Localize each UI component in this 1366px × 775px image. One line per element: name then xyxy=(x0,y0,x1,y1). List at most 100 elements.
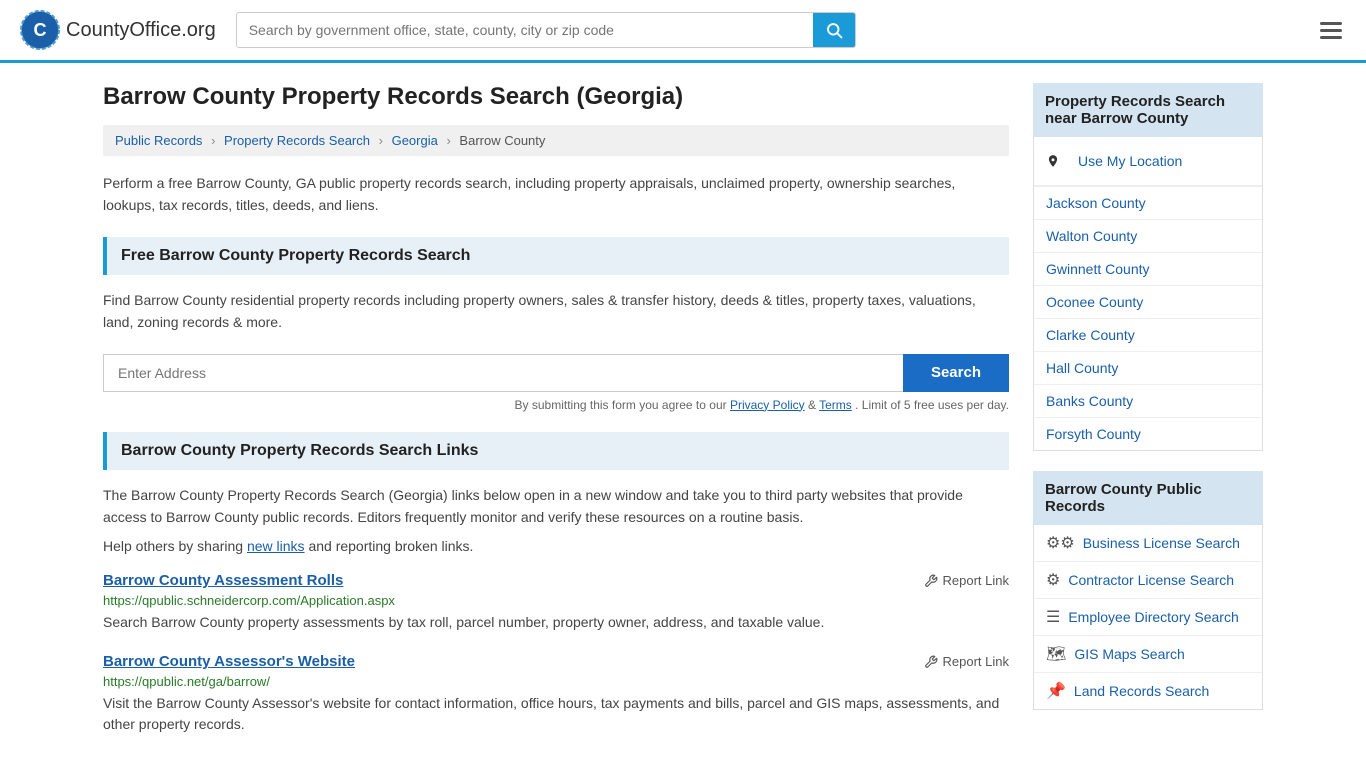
resource-header-2: Barrow County Assessor's Website Report … xyxy=(103,653,1009,670)
breadcrumb-georgia[interactable]: Georgia xyxy=(392,133,438,148)
links-section: Barrow County Property Records Search Li… xyxy=(103,432,1009,736)
pin-icon: 📌 xyxy=(1046,681,1066,701)
public-records-title: Barrow County Public Records xyxy=(1033,471,1263,525)
header-search-input[interactable] xyxy=(237,14,813,46)
share-note-text: Help others by sharing xyxy=(103,538,243,554)
record-business-license: ⚙⚙ Business License Search xyxy=(1034,525,1262,562)
breadcrumb-sep-3: › xyxy=(446,133,450,148)
address-search-form: Search xyxy=(103,354,1009,392)
contractor-license-search-link[interactable]: ⚙ Contractor License Search xyxy=(1034,562,1262,598)
record-land-records: 📌 Land Records Search xyxy=(1034,673,1262,709)
nearby-county-walton-link[interactable]: Walton County xyxy=(1034,220,1262,252)
nearby-county-clarke-link[interactable]: Clarke County xyxy=(1034,319,1262,351)
gear-icon-2: ⚙ xyxy=(1046,570,1060,590)
logo-icon: C xyxy=(20,10,60,50)
nearby-county-hall-link[interactable]: Hall County xyxy=(1034,352,1262,384)
contractor-license-label: Contractor License Search xyxy=(1068,572,1234,588)
content-area: Barrow County Property Records Search (G… xyxy=(103,83,1009,755)
report-link-button-1[interactable]: Report Link xyxy=(924,573,1009,588)
page-description: Perform a free Barrow County, GA public … xyxy=(103,172,1009,217)
land-records-search-link[interactable]: 📌 Land Records Search xyxy=(1034,673,1262,709)
nearby-county-jackson-link[interactable]: Jackson County xyxy=(1034,187,1262,219)
nearby-county-gwinnett: Gwinnett County xyxy=(1034,253,1262,286)
nearby-county-clarke: Clarke County xyxy=(1034,319,1262,352)
nearby-county-jackson: Jackson County xyxy=(1034,187,1262,220)
resource-title-2[interactable]: Barrow County Assessor's Website xyxy=(103,653,355,670)
public-records-list: ⚙⚙ Business License Search ⚙ Contractor … xyxy=(1033,525,1263,710)
public-records-section: Barrow County Public Records ⚙⚙ Business… xyxy=(1033,471,1263,710)
use-my-location-text[interactable]: Use My Location xyxy=(1066,145,1194,177)
business-license-search-link[interactable]: ⚙⚙ Business License Search xyxy=(1034,525,1262,561)
breadcrumb-public-records[interactable]: Public Records xyxy=(115,133,202,148)
terms-link[interactable]: Terms xyxy=(819,398,852,412)
resource-title-1[interactable]: Barrow County Assessment Rolls xyxy=(103,572,343,589)
address-input[interactable] xyxy=(103,354,903,392)
resource-item-1: Barrow County Assessment Rolls Report Li… xyxy=(103,572,1009,633)
hamburger-menu-button[interactable] xyxy=(1316,18,1346,43)
main-container: Barrow County Property Records Search (G… xyxy=(83,63,1283,775)
employee-directory-search-link[interactable]: ☰ Employee Directory Search xyxy=(1034,599,1262,635)
business-license-label: Business License Search xyxy=(1083,535,1240,551)
record-gis-maps: 🗺 GIS Maps Search xyxy=(1034,636,1262,673)
report-link-label-1: Report Link xyxy=(943,573,1009,588)
record-contractor-license: ⚙ Contractor License Search xyxy=(1034,562,1262,599)
report-link-button-2[interactable]: Report Link xyxy=(924,654,1009,669)
form-note: By submitting this form you agree to our… xyxy=(103,398,1009,412)
wrench-icon-1 xyxy=(924,574,938,588)
form-note-ampersand: & xyxy=(808,398,819,412)
employee-directory-label: Employee Directory Search xyxy=(1068,609,1238,625)
header-search-button[interactable] xyxy=(813,13,855,47)
use-my-location-link[interactable]: Use My Location xyxy=(1034,137,1262,186)
search-button[interactable]: Search xyxy=(903,354,1009,392)
and-reporting: and reporting broken links. xyxy=(308,538,473,554)
form-note-limit: . Limit of 5 free uses per day. xyxy=(855,398,1009,412)
free-search-section: Free Barrow County Property Records Sear… xyxy=(103,237,1009,412)
resource-url-2: https://qpublic.net/ga/barrow/ xyxy=(103,674,1009,689)
list-icon: ☰ xyxy=(1046,607,1060,627)
nearby-county-oconee-link[interactable]: Oconee County xyxy=(1034,286,1262,318)
logo-text: CountyOffice.org xyxy=(66,19,216,42)
nearby-county-forsyth: Forsyth County xyxy=(1034,418,1262,450)
nearby-county-gwinnett-link[interactable]: Gwinnett County xyxy=(1034,253,1262,285)
gis-maps-search-link[interactable]: 🗺 GIS Maps Search xyxy=(1034,636,1262,672)
breadcrumb: Public Records › Property Records Search… xyxy=(103,125,1009,156)
location-pin-icon xyxy=(1046,154,1060,168)
gear-icon-1: ⚙⚙ xyxy=(1046,533,1075,553)
nearby-county-banks: Banks County xyxy=(1034,385,1262,418)
site-header: C CountyOffice.org xyxy=(0,0,1366,63)
breadcrumb-barrow-county: Barrow County xyxy=(459,133,545,148)
nearby-section: Property Records Search near Barrow Coun… xyxy=(1033,83,1263,451)
nearby-county-oconee: Oconee County xyxy=(1034,286,1262,319)
hamburger-icon xyxy=(1320,22,1342,39)
record-employee-directory: ☰ Employee Directory Search xyxy=(1034,599,1262,636)
breadcrumb-sep-2: › xyxy=(379,133,383,148)
share-note: Help others by sharing new links and rep… xyxy=(103,538,1009,554)
new-links-link[interactable]: new links xyxy=(247,538,305,554)
land-records-label: Land Records Search xyxy=(1074,683,1209,699)
nearby-county-forsyth-link[interactable]: Forsyth County xyxy=(1034,418,1262,450)
nearby-section-title: Property Records Search near Barrow Coun… xyxy=(1033,83,1263,137)
privacy-policy-link[interactable]: Privacy Policy xyxy=(730,398,805,412)
nearby-county-walton: Walton County xyxy=(1034,220,1262,253)
free-search-description: Find Barrow County residential property … xyxy=(103,289,1009,334)
resource-url-1: https://qpublic.schneidercorp.com/Applic… xyxy=(103,593,1009,608)
nearby-county-list: Use My Location Jackson County Walton Co… xyxy=(1033,137,1263,451)
nearby-county-hall: Hall County xyxy=(1034,352,1262,385)
search-icon xyxy=(825,21,843,39)
sidebar: Property Records Search near Barrow Coun… xyxy=(1033,83,1263,755)
nearby-county-banks-link[interactable]: Banks County xyxy=(1034,385,1262,417)
resource-header-1: Barrow County Assessment Rolls Report Li… xyxy=(103,572,1009,589)
gis-maps-label: GIS Maps Search xyxy=(1074,646,1185,662)
page-title: Barrow County Property Records Search (G… xyxy=(103,83,1009,111)
site-logo[interactable]: C CountyOffice.org xyxy=(20,10,216,50)
svg-text:C: C xyxy=(34,20,47,40)
resource-item-2: Barrow County Assessor's Website Report … xyxy=(103,653,1009,735)
links-description: The Barrow County Property Records Searc… xyxy=(103,484,1009,529)
use-my-location-item: Use My Location xyxy=(1034,137,1262,187)
resource-desc-1: Search Barrow County property assessment… xyxy=(103,612,1009,633)
header-search-bar xyxy=(236,12,856,48)
form-note-text: By submitting this form you agree to our xyxy=(515,398,727,412)
breadcrumb-sep-1: › xyxy=(211,133,215,148)
breadcrumb-property-records-search[interactable]: Property Records Search xyxy=(224,133,370,148)
map-icon: 🗺 xyxy=(1046,644,1066,664)
